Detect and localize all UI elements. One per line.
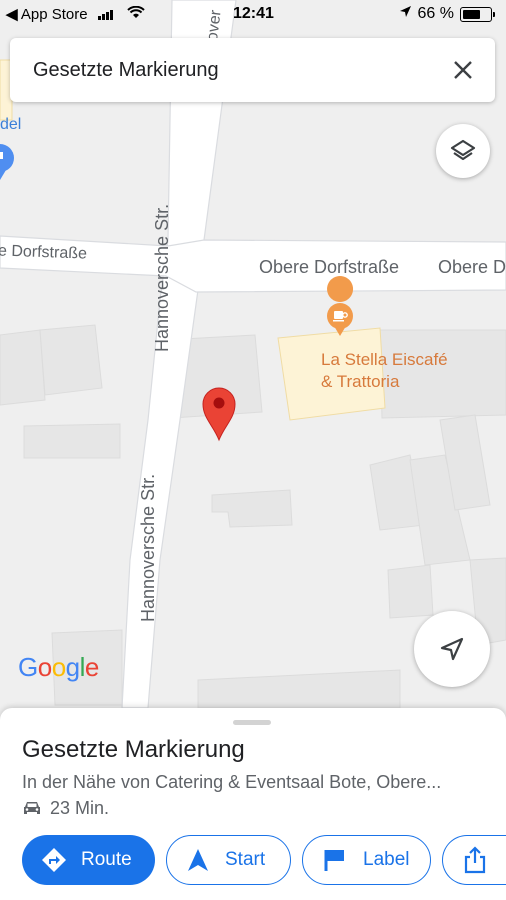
- travel-time: 23 Min.: [22, 798, 109, 819]
- travel-time-value: 23 Min.: [50, 798, 110, 818]
- logo-letter: G: [18, 652, 38, 682]
- status-time: 12:41: [233, 5, 274, 22]
- share-icon: [463, 846, 487, 874]
- building: [23, 423, 121, 459]
- place-subtitle: In der Nähe von Catering & Eventsaal Bot…: [22, 772, 442, 792]
- road-label-dorfstrasse-left: e Dorfstraße: [0, 242, 88, 263]
- directions-icon: [40, 847, 68, 873]
- start-label: Start: [225, 849, 266, 870]
- status-bar: ◀ App Store 12:41 66 %: [0, 0, 506, 30]
- share-button[interactable]: [442, 835, 506, 885]
- my-location-button[interactable]: [414, 611, 490, 687]
- start-button[interactable]: Start: [166, 835, 291, 885]
- close-button[interactable]: [431, 38, 495, 102]
- drag-handle[interactable]: [233, 720, 271, 725]
- building: [211, 489, 293, 528]
- building: [0, 329, 46, 406]
- label-button[interactable]: Label: [302, 835, 431, 885]
- google-logo: Google: [18, 652, 99, 683]
- location-arrow-icon: [399, 5, 412, 23]
- flag-icon: [323, 848, 347, 872]
- poi-label-line2: & Trattoria: [321, 372, 400, 391]
- search-input[interactable]: Gesetzte Markierung: [33, 59, 431, 82]
- building: [387, 564, 434, 619]
- layers-button[interactable]: [436, 124, 490, 178]
- battery-icon: [460, 6, 495, 22]
- battery-percent: 66 %: [417, 5, 454, 22]
- place-bottom-sheet[interactable]: Gesetzte Markierung In der Nähe von Cate…: [0, 708, 506, 900]
- back-to-app[interactable]: ◀ App Store: [6, 5, 145, 23]
- road-label-obere-dorfstrasse-cut: Obere D: [438, 257, 506, 277]
- route-button[interactable]: Route: [22, 835, 155, 885]
- layers-icon: [450, 139, 476, 161]
- close-icon: [454, 61, 472, 79]
- road-label-obere-dorfstrasse: Obere Dorfstraße: [259, 257, 400, 277]
- lodging-icon: [0, 144, 14, 180]
- navigation-arrow-icon: [440, 637, 464, 661]
- back-app-label: App Store: [20, 6, 88, 23]
- status-right: 66 %: [399, 5, 495, 23]
- road-label-hannoversche-upper: Hannoversche Str.: [152, 203, 172, 352]
- back-chevron-icon: ◀: [6, 6, 18, 23]
- route-label: Route: [81, 849, 132, 870]
- wifi-icon: [127, 5, 145, 23]
- label-label: Label: [363, 849, 410, 870]
- road-label-hannoversche-lower: Hannoversche Str.: [138, 473, 158, 622]
- restaurant-icon: [327, 276, 354, 336]
- logo-letter: g: [65, 652, 80, 682]
- logo-letter: o: [51, 652, 66, 682]
- building: [197, 669, 401, 709]
- car-icon: [24, 802, 40, 814]
- poi-label-la-stella[interactable]: La Stella Eiscafé & Trattoria: [321, 349, 448, 393]
- pin-icon: [202, 387, 236, 442]
- building: [39, 324, 103, 396]
- edge-poi-label: del: [0, 116, 22, 133]
- poi-label-line1: La Stella Eiscafé: [321, 350, 448, 369]
- place-title: Gesetzte Markierung: [22, 736, 245, 763]
- navigation-icon: [187, 848, 209, 872]
- signal-icon: [97, 10, 113, 21]
- logo-letter: o: [37, 652, 52, 682]
- logo-letter: e: [84, 652, 99, 682]
- search-bar[interactable]: Gesetzte Markierung: [10, 38, 495, 102]
